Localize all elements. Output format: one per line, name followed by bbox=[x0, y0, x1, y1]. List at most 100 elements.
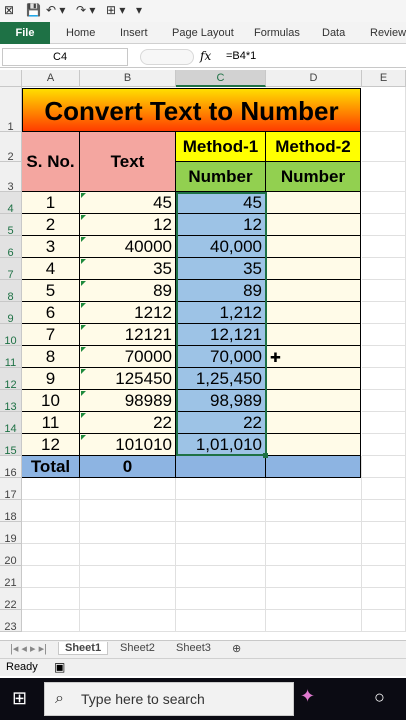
grid-cell[interactable] bbox=[80, 500, 176, 522]
tab-review[interactable]: Review bbox=[370, 27, 406, 39]
header-number-1[interactable]: Number bbox=[176, 162, 266, 192]
row-header-21[interactable]: 21 bbox=[0, 566, 22, 589]
row-header-20[interactable]: 20 bbox=[0, 544, 22, 567]
table-cell-method2[interactable] bbox=[266, 214, 361, 236]
taskbar-search-input[interactable]: ⌕ Type here to search bbox=[44, 682, 294, 716]
row-header-8[interactable]: 8 bbox=[0, 280, 22, 303]
table-cell-sno[interactable]: 7 bbox=[22, 324, 80, 346]
row-header-15[interactable]: 15 bbox=[0, 434, 22, 457]
grid-cell[interactable] bbox=[362, 368, 406, 390]
grid-cell[interactable] bbox=[22, 566, 80, 588]
grid-cell[interactable] bbox=[362, 324, 406, 346]
column-header-e[interactable]: E bbox=[362, 70, 406, 87]
grid-cell[interactable] bbox=[362, 456, 406, 478]
row-header-4[interactable]: 4 bbox=[0, 192, 22, 215]
grid-cell[interactable] bbox=[362, 610, 406, 632]
table-cell-text[interactable]: 12 bbox=[80, 214, 176, 236]
table-cell-text[interactable]: 35 bbox=[80, 258, 176, 280]
save-icon[interactable]: 💾 bbox=[26, 3, 41, 17]
error-indicator-icon[interactable] bbox=[81, 347, 86, 352]
grid-cell[interactable] bbox=[362, 478, 406, 500]
grid-cell[interactable] bbox=[362, 192, 406, 214]
column-header-c[interactable]: C bbox=[176, 70, 266, 87]
table-cell-sno[interactable]: 6 bbox=[22, 302, 80, 324]
undo-icon[interactable]: ↶ ▾ bbox=[46, 3, 65, 17]
table-cell-sno[interactable]: 10 bbox=[22, 390, 80, 412]
table-cell-text[interactable]: 98989 bbox=[80, 390, 176, 412]
table-cell-sno[interactable]: 9 bbox=[22, 368, 80, 390]
header-sno[interactable]: S. No. bbox=[22, 132, 80, 192]
error-indicator-icon[interactable] bbox=[81, 413, 86, 418]
grid-cell[interactable] bbox=[80, 478, 176, 500]
sheet-tab-1[interactable]: Sheet1 bbox=[58, 642, 109, 655]
table-cell-sno[interactable]: 2 bbox=[22, 214, 80, 236]
row-header-22[interactable]: 22 bbox=[0, 588, 22, 611]
grid-cell[interactable] bbox=[362, 214, 406, 236]
file-tab[interactable]: File bbox=[0, 22, 50, 44]
table-cell-text[interactable]: 12121 bbox=[80, 324, 176, 346]
total-method1[interactable] bbox=[176, 456, 266, 478]
row-header-10[interactable]: 10 bbox=[0, 324, 22, 347]
table-cell-sno[interactable]: 8 bbox=[22, 346, 80, 368]
row-header-18[interactable]: 18 bbox=[0, 500, 22, 523]
table-cell-method2[interactable] bbox=[266, 258, 361, 280]
macro-record-icon[interactable]: ▣ bbox=[54, 660, 65, 674]
row-header-1[interactable]: 1 bbox=[0, 87, 22, 133]
error-indicator-icon[interactable] bbox=[81, 435, 86, 440]
new-sheet-icon[interactable]: ⊕ bbox=[226, 642, 247, 655]
row-header-17[interactable]: 17 bbox=[0, 478, 22, 501]
spreadsheet-grid[interactable]: A B C D E 1 2 3 4 5 6 7 8 9 10 11 12 13 14 15 16 17 18 19 20 21 22… bbox=[0, 70, 406, 640]
row-header-13[interactable]: 13 bbox=[0, 390, 22, 413]
corner-cell[interactable] bbox=[0, 70, 22, 87]
grid-cell[interactable] bbox=[362, 500, 406, 522]
tab-home[interactable]: Home bbox=[66, 27, 95, 39]
table-cell-text[interactable]: 70000 bbox=[80, 346, 176, 368]
grid-cell[interactable] bbox=[362, 346, 406, 368]
borders-icon[interactable]: ⊞ ▾ bbox=[106, 3, 125, 17]
header-method-1[interactable]: Method-1 bbox=[176, 132, 266, 162]
search-highlight-icon[interactable]: ✦ bbox=[300, 686, 315, 707]
sheet-title[interactable]: Convert Text to Number bbox=[22, 88, 361, 132]
grid-cell[interactable] bbox=[80, 588, 176, 610]
table-cell-text[interactable]: 101010 bbox=[80, 434, 176, 456]
error-indicator-icon[interactable] bbox=[81, 369, 86, 374]
grid-cell[interactable] bbox=[266, 588, 362, 610]
grid-cell[interactable] bbox=[362, 412, 406, 434]
table-cell-sno[interactable]: 1 bbox=[22, 192, 80, 214]
grid-cell[interactable] bbox=[176, 588, 266, 610]
table-cell-sno[interactable]: 4 bbox=[22, 258, 80, 280]
table-cell-method2[interactable] bbox=[266, 434, 361, 456]
table-cell-text[interactable]: 1212 bbox=[80, 302, 176, 324]
grid-cell[interactable] bbox=[362, 390, 406, 412]
grid-cell[interactable] bbox=[176, 478, 266, 500]
grid-cell[interactable] bbox=[362, 588, 406, 610]
grid-cell[interactable] bbox=[176, 566, 266, 588]
error-indicator-icon[interactable] bbox=[81, 259, 86, 264]
name-box[interactable]: C4 bbox=[2, 48, 128, 66]
grid-cell[interactable] bbox=[176, 544, 266, 566]
total-method2[interactable] bbox=[266, 456, 361, 478]
row-header-7[interactable]: 7 bbox=[0, 258, 22, 281]
header-number-2[interactable]: Number bbox=[266, 162, 361, 192]
grid-cell[interactable] bbox=[266, 544, 362, 566]
table-cell-method2[interactable] bbox=[266, 390, 361, 412]
grid-cell[interactable] bbox=[362, 258, 406, 280]
table-cell-method2[interactable] bbox=[266, 192, 361, 214]
grid-cell[interactable] bbox=[22, 500, 80, 522]
header-method-2[interactable]: Method-2 bbox=[266, 132, 361, 162]
task-view-icon[interactable]: ○ bbox=[374, 687, 385, 708]
grid-cell[interactable] bbox=[22, 588, 80, 610]
row-header-6[interactable]: 6 bbox=[0, 236, 22, 259]
error-indicator-icon[interactable] bbox=[81, 391, 86, 396]
grid-cell[interactable] bbox=[176, 522, 266, 544]
table-cell-method2[interactable] bbox=[266, 368, 361, 390]
sheet-nav-icon[interactable]: |◂ ◂ ▸ ▸| bbox=[4, 642, 53, 655]
fill-handle-icon[interactable] bbox=[263, 453, 268, 458]
row-header-14[interactable]: 14 bbox=[0, 412, 22, 435]
grid-cell[interactable] bbox=[362, 162, 406, 192]
table-cell-sno[interactable]: 5 bbox=[22, 280, 80, 302]
grid-cell[interactable] bbox=[362, 566, 406, 588]
grid-cell[interactable] bbox=[22, 478, 80, 500]
grid-cell[interactable] bbox=[362, 280, 406, 302]
grid-cell[interactable] bbox=[22, 610, 80, 632]
